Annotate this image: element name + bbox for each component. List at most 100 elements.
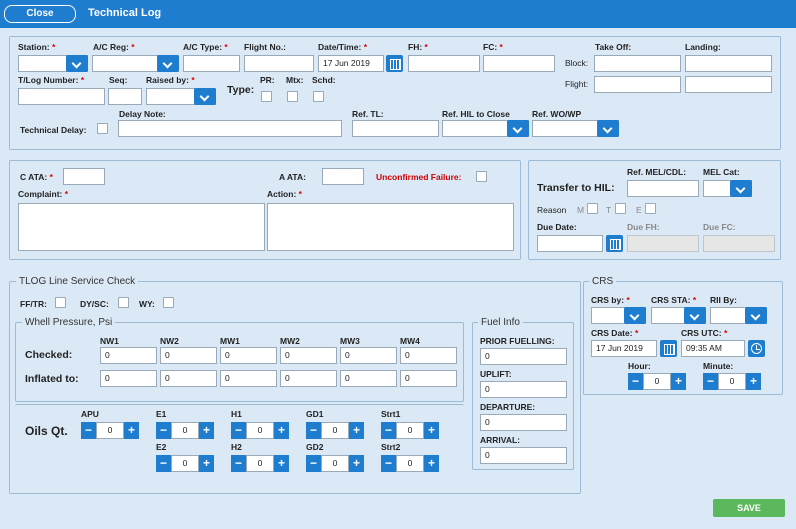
plus-button[interactable]: + — [274, 422, 289, 439]
minus-button[interactable]: − — [381, 455, 396, 472]
schd-checkbox[interactable] — [313, 91, 324, 102]
minus-button[interactable]: − — [703, 373, 718, 390]
save-button[interactable]: SAVE — [713, 499, 785, 517]
checked-input[interactable]: 0 — [340, 347, 397, 364]
minus-button[interactable]: − — [306, 455, 321, 472]
block-landing-input[interactable] — [685, 55, 772, 72]
plus-button[interactable]: + — [349, 422, 364, 439]
inflated-input[interactable]: 0 — [340, 370, 397, 387]
checked-input[interactable]: 0 — [280, 347, 337, 364]
inflated-input[interactable]: 0 — [220, 370, 277, 387]
complaint-textarea[interactable] — [18, 203, 265, 251]
flight-landing-input[interactable] — [685, 76, 772, 93]
a-ata-input[interactable] — [322, 168, 364, 185]
ref-wo-select[interactable] — [532, 120, 619, 137]
crs-by-select[interactable] — [591, 307, 646, 324]
rii-by-select[interactable] — [710, 307, 767, 324]
inflated-input[interactable]: 0 — [160, 370, 217, 387]
fftr-checkbox[interactable] — [55, 297, 66, 308]
plus-button[interactable]: + — [424, 455, 439, 472]
oil-value[interactable]: 0 — [171, 422, 199, 439]
reason-t-checkbox[interactable] — [615, 203, 626, 214]
oil-value[interactable]: 0 — [396, 455, 424, 472]
station-select[interactable] — [18, 55, 88, 72]
plus-button[interactable]: + — [746, 373, 761, 390]
fh-input[interactable] — [408, 55, 480, 72]
plus-button[interactable]: + — [199, 455, 214, 472]
prior-fuelling-input[interactable]: 0 — [480, 348, 567, 365]
oil-stepper[interactable]: −0 + — [381, 422, 439, 439]
reason-m-checkbox[interactable] — [587, 203, 598, 214]
due-date-input[interactable] — [537, 235, 603, 252]
minus-button[interactable]: − — [81, 422, 96, 439]
inflated-input[interactable]: 0 — [400, 370, 457, 387]
tlog-number-input[interactable] — [18, 88, 105, 105]
c-ata-input[interactable] — [63, 168, 105, 185]
oil-value[interactable]: 0 — [246, 455, 274, 472]
hour-value[interactable]: 0 — [643, 373, 671, 390]
action-textarea[interactable] — [267, 203, 514, 251]
oil-stepper[interactable]: −0 + — [156, 455, 214, 472]
ac-reg-select[interactable] — [92, 55, 179, 72]
plus-button[interactable]: + — [274, 455, 289, 472]
oil-stepper[interactable]: −0 + — [231, 422, 289, 439]
close-button[interactable]: Close — [4, 5, 76, 23]
plus-button[interactable]: + — [424, 422, 439, 439]
departure-input[interactable]: 0 — [480, 414, 567, 431]
minus-button[interactable]: − — [156, 422, 171, 439]
oil-value[interactable]: 0 — [96, 422, 124, 439]
delay-note-input[interactable] — [118, 120, 342, 137]
raised-by-select[interactable] — [146, 88, 216, 105]
wy-checkbox[interactable] — [163, 297, 174, 308]
calendar-icon[interactable] — [606, 235, 623, 252]
checked-input[interactable]: 0 — [100, 347, 157, 364]
minus-button[interactable]: − — [306, 422, 321, 439]
plus-button[interactable]: + — [671, 373, 686, 390]
mtx-checkbox[interactable] — [287, 91, 298, 102]
plus-button[interactable]: + — [199, 422, 214, 439]
block-takeoff-input[interactable] — [594, 55, 681, 72]
clock-icon[interactable] — [748, 340, 765, 357]
inflated-input[interactable]: 0 — [280, 370, 337, 387]
fc-input[interactable] — [483, 55, 555, 72]
uplift-input[interactable]: 0 — [480, 381, 567, 398]
oil-value[interactable]: 0 — [396, 422, 424, 439]
dysc-checkbox[interactable] — [118, 297, 129, 308]
checked-input[interactable]: 0 — [400, 347, 457, 364]
seq-input[interactable] — [108, 88, 142, 105]
oil-value[interactable]: 0 — [321, 455, 349, 472]
inflated-input[interactable]: 0 — [100, 370, 157, 387]
arrival-input[interactable]: 0 — [480, 447, 567, 464]
calendar-icon[interactable] — [386, 55, 403, 72]
oil-value[interactable]: 0 — [321, 422, 349, 439]
oil-value[interactable]: 0 — [171, 455, 199, 472]
oil-stepper[interactable]: −0 + — [231, 455, 289, 472]
minus-button[interactable]: − — [231, 455, 246, 472]
oil-stepper[interactable]: −0 + — [81, 422, 139, 439]
hour-stepper[interactable]: − 0 + — [628, 373, 686, 390]
minus-button[interactable]: − — [628, 373, 643, 390]
oil-value[interactable]: 0 — [246, 422, 274, 439]
minute-stepper[interactable]: − 0 + — [703, 373, 761, 390]
minus-button[interactable]: − — [231, 422, 246, 439]
plus-button[interactable]: + — [124, 422, 139, 439]
minute-value[interactable]: 0 — [718, 373, 746, 390]
ref-mel-input[interactable] — [627, 180, 699, 197]
oil-stepper[interactable]: −0 + — [306, 422, 364, 439]
flight-no-input[interactable] — [244, 55, 314, 72]
plus-button[interactable]: + — [349, 455, 364, 472]
technical-delay-checkbox[interactable] — [97, 123, 108, 134]
calendar-icon[interactable] — [660, 340, 677, 357]
datetime-input[interactable]: 17 Jun 2019 — [318, 55, 384, 72]
ac-type-input[interactable] — [183, 55, 240, 72]
ref-hil-select[interactable] — [442, 120, 529, 137]
pr-checkbox[interactable] — [261, 91, 272, 102]
unconfirmed-failure-checkbox[interactable] — [476, 171, 487, 182]
ref-tl-input[interactable] — [352, 120, 439, 137]
minus-button[interactable]: − — [156, 455, 171, 472]
minus-button[interactable]: − — [381, 422, 396, 439]
checked-input[interactable]: 0 — [220, 347, 277, 364]
reason-e-checkbox[interactable] — [645, 203, 656, 214]
oil-stepper[interactable]: −0 + — [156, 422, 214, 439]
oil-stepper[interactable]: −0 + — [381, 455, 439, 472]
